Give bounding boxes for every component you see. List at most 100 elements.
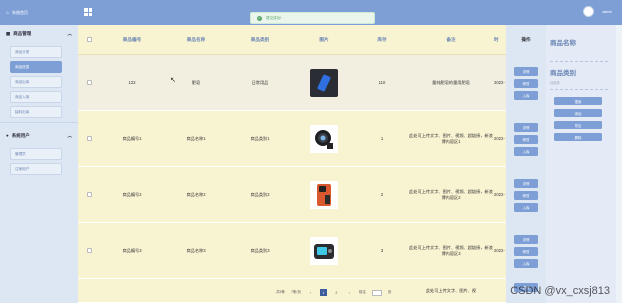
- col-header-name: 商品名称: [186, 36, 206, 42]
- grid-icon: ▦: [6, 31, 11, 36]
- name-search-label: 商品名称: [550, 40, 576, 47]
- edit-button[interactable]: 修改: [514, 190, 538, 200]
- page-size-select[interactable]: 7条/页: [291, 290, 301, 295]
- cell-type: 商品类别1: [250, 135, 270, 141]
- sidebar-item-goods-info[interactable]: 商品信息: [10, 61, 62, 73]
- cell-type: 商品类别2: [250, 191, 270, 197]
- goto-input[interactable]: [371, 289, 382, 296]
- checkbox[interactable]: [86, 136, 92, 141]
- edit-button[interactable]: 修改: [514, 134, 538, 144]
- table-row[interactable]: 商品编号1 商品名称1 商品类别1 1 此处可上传文字、图片、视频、超链接，新浪…: [78, 111, 518, 167]
- cell-name: 商品名称3: [186, 247, 206, 253]
- detail-button[interactable]: 详情: [514, 178, 538, 188]
- product-thumbnail: [310, 124, 338, 153]
- inbound-button[interactable]: 入库: [514, 258, 538, 268]
- avatar[interactable]: [583, 6, 594, 17]
- menu-toggle-icon[interactable]: [84, 8, 92, 16]
- success-toast: ✓ 提交成功!: [250, 12, 375, 24]
- type-select-underline: [550, 89, 608, 90]
- cell-stock: 110: [378, 80, 386, 85]
- admin-label[interactable]: admin: [602, 10, 612, 14]
- type-select[interactable]: 请选择: [550, 80, 608, 87]
- row-actions: 详情 修改 入库: [506, 223, 546, 279]
- home-link[interactable]: ⌂ 系统首页: [0, 0, 78, 25]
- edit-button[interactable]: 修改: [514, 246, 538, 256]
- search-panel: 商品名称 商品类别 请选择 搜索 添加 导出 删除: [546, 25, 616, 303]
- page-2[interactable]: 2: [333, 289, 340, 296]
- toast-text: 提交成功!: [266, 15, 282, 20]
- cell-no: 商品编号2: [122, 191, 142, 197]
- product-thumbnail: [310, 180, 338, 209]
- edit-button[interactable]: 修改: [514, 78, 538, 88]
- menu-group-title: 系统用户: [11, 133, 30, 138]
- checkbox[interactable]: [86, 37, 92, 42]
- page-unit: 页: [387, 290, 392, 294]
- cell-note: 此处可上传文字、图片、视频、超链接，新浪博内容区3: [409, 244, 493, 256]
- detail-button[interactable]: 详情: [514, 122, 538, 132]
- sidebar-item-category[interactable]: 商品分类: [10, 46, 62, 58]
- watermark: CSDN @vx_cxsj813: [510, 285, 610, 297]
- detail-button[interactable]: 详情: [514, 234, 538, 244]
- sidebar-item-registered[interactable]: 注册用户: [10, 163, 62, 175]
- cell-no: 商品编号3: [122, 247, 142, 253]
- total-count: 共5条: [276, 290, 285, 294]
- sidebar-item-shortage[interactable]: 缺料出库: [10, 106, 62, 118]
- user-icon: ●: [6, 133, 9, 138]
- sidebar-item-inbound[interactable]: 商品入库: [10, 91, 62, 103]
- checkbox[interactable]: [86, 248, 92, 253]
- sidebar-item-admin[interactable]: 管理员: [10, 148, 62, 160]
- chevron-up-icon: ︿: [67, 31, 73, 36]
- cell-name: 商品名称2: [186, 191, 206, 197]
- search-button[interactable]: 搜索: [554, 97, 602, 105]
- product-thumbnail: [310, 236, 338, 265]
- table-header: 商品编号 商品名称 商品类别 图片 库存 备注 时: [78, 25, 518, 55]
- inbound-button[interactable]: 入库: [514, 90, 538, 100]
- inbound-button[interactable]: 入库: [514, 202, 538, 212]
- prev-page-icon[interactable]: ‹: [307, 289, 314, 296]
- name-search-input[interactable]: [550, 61, 608, 62]
- row-actions: 详情 修改 入库: [506, 55, 546, 111]
- row-actions: 详情 修改 入库: [506, 111, 546, 167]
- inbound-button[interactable]: 入库: [514, 146, 538, 156]
- mouse-cursor-icon: ↖: [170, 77, 176, 84]
- cell-note: 此处可上传文字、图片、视频、超链接，新浪博内容区1: [409, 132, 493, 144]
- col-header-actions: 操作: [521, 37, 531, 42]
- check-icon: ✓: [257, 15, 262, 21]
- col-header-stock: 库存: [377, 36, 387, 42]
- menu-group-users[interactable]: ● 系统用户 ︿: [0, 127, 78, 145]
- actions-column: 操作 详情 修改 入库 详情 修改 入库 详情 修改 入库 详情 修改 入库 详…: [506, 25, 546, 303]
- col-header-image: 图片: [319, 36, 329, 42]
- cell-note: 量纯肥皂的量用肥皂: [432, 79, 470, 85]
- delete-button[interactable]: 删除: [554, 133, 602, 141]
- row-actions: 详情 修改 入库: [506, 167, 546, 223]
- cell-type: 商品类别3: [250, 247, 270, 253]
- sidebar-item-outbound[interactable]: 商品出库: [10, 76, 62, 88]
- export-button[interactable]: 导出: [554, 121, 602, 129]
- checkbox[interactable]: [86, 192, 92, 197]
- cell-stock: 2: [380, 192, 384, 197]
- menu-group-goods[interactable]: ▦ 商品管理 ︿: [0, 25, 78, 43]
- cell-stock: 3: [380, 248, 384, 253]
- divider: [0, 122, 78, 123]
- product-thumbnail: [310, 68, 338, 97]
- col-header-note: 备注: [446, 36, 456, 42]
- cell-note: 此处可上传文字、图片、视频、超链接，新浪博内容区2: [409, 188, 493, 200]
- next-page-icon[interactable]: ›: [346, 289, 353, 296]
- table-row[interactable]: 商品编号2 商品名称2 商品类别2 2 此处可上传文字、图片、视频、超链接，新浪…: [78, 167, 518, 223]
- col-header-type: 商品类别: [250, 36, 270, 42]
- detail-button[interactable]: 详情: [514, 66, 538, 76]
- table-row[interactable]: 商品编号3 商品名称3 商品类别3 3 此处可上传文字、图片、视频、超链接，新浪…: [78, 223, 518, 279]
- table-row[interactable]: 123 肥皂 日常用品 110 量纯肥皂的量用肥皂 2022-: [78, 55, 518, 111]
- cell-stock: 1: [380, 136, 384, 141]
- cell-type: 日常用品: [251, 79, 269, 85]
- cell-no: 商品编号1: [122, 135, 142, 141]
- select-all[interactable]: [78, 37, 100, 42]
- cell-no: 123: [128, 80, 136, 85]
- page-1[interactable]: 1: [319, 289, 327, 296]
- add-button[interactable]: 添加: [554, 109, 602, 117]
- col-header-no: 商品编号: [122, 36, 142, 42]
- checkbox[interactable]: [86, 80, 92, 85]
- home-label: 系统首页: [12, 9, 29, 15]
- cell-name: 商品名称1: [186, 135, 206, 141]
- goto-label: 前往: [358, 290, 366, 294]
